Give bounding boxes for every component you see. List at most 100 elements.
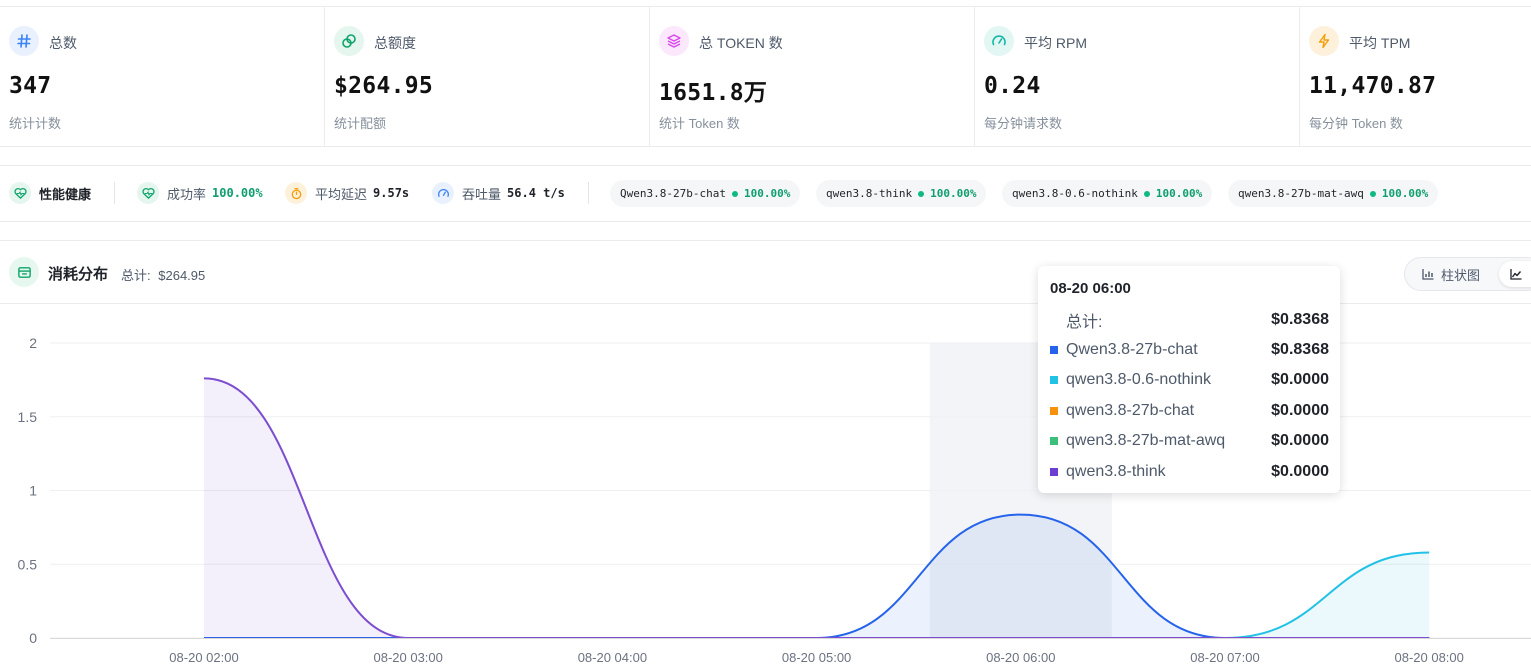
series-swatch (1050, 376, 1058, 384)
health-title-label: 性能健康 (39, 186, 92, 202)
status-dot (1143, 190, 1150, 197)
stat-caption: 每分钟 Token 数 (1309, 116, 1403, 131)
avg-latency-value: 9.57s (373, 186, 410, 200)
stat-value: 1651.8万 (659, 80, 768, 106)
model-health-pill: qwen3.8-27b-mat-awq 100.00% (1228, 180, 1439, 207)
series-swatch (1050, 407, 1058, 415)
stat-value: 347 (9, 73, 52, 99)
model-success-rate: 100.00% (1381, 187, 1429, 200)
stat-label: 平均 TPM (1349, 35, 1411, 51)
stat-card-avg-rpm: 平均 RPM 0.24 每分钟请求数 (975, 7, 1300, 146)
y-tick-label: 2 (29, 335, 37, 351)
tooltip-series-name: qwen3.8-0.6-nothink (1066, 371, 1211, 388)
stat-value: $264.95 (334, 73, 434, 99)
series-swatch (1050, 437, 1058, 445)
health-title: 性能健康 (9, 181, 91, 205)
stat-caption: 统计 Token 数 (659, 116, 740, 131)
y-tick-label: 1.5 (18, 409, 38, 425)
health-divider (588, 182, 589, 204)
model-success-rate: 100.00% (743, 187, 791, 200)
health-throughput: 吞吐量 56.4 t/s (432, 181, 565, 205)
tooltip-total-label: 总计: (1066, 314, 1103, 331)
tooltip-series-row: qwen3.8-0.6-nothink $0.0000 (1050, 369, 1329, 391)
stat-value: 11,470.87 (1309, 73, 1437, 99)
tooltip-series-row: qwen3.8-think $0.0000 (1050, 461, 1329, 483)
area-chart-view-button[interactable] (1499, 261, 1531, 287)
y-tick-label: 1 (29, 483, 37, 499)
success-rate-label: 成功率 (167, 186, 207, 202)
stat-caption: 统计计数 (9, 116, 62, 131)
heart-pulse-icon (137, 182, 159, 204)
coins-icon (334, 26, 364, 56)
stat-caption: 统计配额 (334, 116, 387, 131)
tooltip-total-row: 总计: $0.8368 (1050, 309, 1329, 331)
model-health-pill: qwen3.8-0.6-nothink 100.00% (1002, 180, 1213, 207)
area-chart-icon (1510, 269, 1522, 280)
tooltip-total-value: $0.8368 (1271, 311, 1329, 328)
stat-card-total-count: 总数 347 统计计数 (0, 7, 325, 146)
series-swatch (1050, 346, 1058, 354)
stat-label: 总数 (49, 35, 77, 51)
bolt-icon (1309, 26, 1339, 56)
stat-caption: 每分钟请求数 (984, 116, 1063, 131)
consumption-total-value: $264.95 (158, 268, 206, 283)
x-tick-label: 08-20 02:00 (169, 650, 238, 664)
status-dot (1369, 190, 1376, 197)
tooltip-series-value: $0.0000 (1271, 402, 1329, 419)
model-name: qwen3.8-think (826, 187, 913, 200)
chart-tooltip: 08-20 06:00 总计: $0.8368 Qwen3.8-27b-chat… (1038, 266, 1340, 493)
y-tick-label: 0 (29, 630, 37, 646)
model-name: qwen3.8-27b-mat-awq (1238, 187, 1364, 200)
tooltip-title: 08-20 06:00 (1050, 280, 1131, 297)
model-name: qwen3.8-0.6-nothink (1012, 187, 1138, 200)
avg-latency-label: 平均延迟 (315, 186, 368, 202)
tooltip-series-row: qwen3.8-27b-mat-awq $0.0000 (1050, 430, 1329, 452)
stats-row: 总数 347 统计计数 总额度 $264.95 统计配额 总 TOKEN 数 1… (0, 6, 1531, 147)
tooltip-series-value: $0.0000 (1271, 432, 1329, 449)
tooltip-series-name: qwen3.8-27b-chat (1066, 402, 1195, 419)
tooltip-series-value: $0.8368 (1271, 341, 1329, 358)
consumption-title: 消耗分布 (48, 266, 109, 283)
stat-card-avg-tpm: 平均 TPM 11,470.87 每分钟 Token 数 (1300, 7, 1531, 146)
bar-chart-view-button[interactable]: 柱状图 (1413, 258, 1488, 290)
tooltip-series-value: $0.0000 (1271, 371, 1329, 388)
consumption-total: 总计: $264.95 (121, 265, 205, 284)
stat-value: 0.24 (984, 73, 1041, 99)
model-success-rate: 100.00% (930, 187, 977, 200)
status-dot (731, 190, 738, 197)
x-tick-label: 08-20 07:00 (1190, 650, 1259, 664)
x-tick-label: 08-20 06:00 (986, 650, 1055, 664)
x-tick-label: 08-20 08:00 (1394, 650, 1463, 664)
series-line-qwen3-8-27b-chat[interactable] (203, 513, 1430, 639)
health-avg-latency: 平均延迟 9.57s (285, 181, 409, 205)
x-tick-label: 08-20 04:00 (578, 650, 647, 664)
layers-icon (659, 26, 689, 56)
health-success-rate: 成功率 100.00% (137, 181, 263, 205)
series-line-qwen3-8-0-6-nothink[interactable] (203, 551, 1430, 639)
health-divider (114, 182, 115, 204)
y-tick-label: 0.5 (18, 556, 38, 572)
stopwatch-icon (285, 182, 307, 204)
x-tick-label: 08-20 03:00 (373, 650, 442, 664)
model-health-pill: Qwen3.8-27b-chat 100.00% (610, 180, 801, 207)
stat-card-total-tokens: 总 TOKEN 数 1651.8万 统计 Token 数 (650, 7, 975, 146)
series-area-qwen3-8-0-6-nothink (204, 552, 1430, 638)
stat-label: 平均 RPM (1024, 35, 1087, 51)
wallet-icon (9, 257, 39, 287)
tooltip-series-name: qwen3.8-27b-mat-awq (1066, 432, 1226, 449)
tooltip-series-name: qwen3.8-think (1066, 463, 1166, 480)
series-area-qwen3-8-27b-chat (204, 514, 1430, 638)
success-rate-value: 100.00% (212, 186, 263, 200)
consumption-total-label: 总计: (121, 268, 151, 283)
chart-view-toggle: 柱状图 (1404, 257, 1531, 291)
throughput-label: 吞吐量 (462, 186, 502, 202)
bar-chart-icon (1422, 269, 1434, 280)
tooltip-series-value: $0.0000 (1271, 463, 1329, 480)
tooltip-series-name: Qwen3.8-27b-chat (1066, 341, 1198, 358)
gauge-icon (432, 182, 454, 204)
series-swatch (1050, 468, 1058, 476)
stat-card-total-quota: 总额度 $264.95 统计配额 (325, 7, 650, 146)
stat-label: 总额度 (374, 35, 416, 51)
heart-pulse-icon (9, 182, 31, 204)
gauge-icon (984, 26, 1014, 56)
